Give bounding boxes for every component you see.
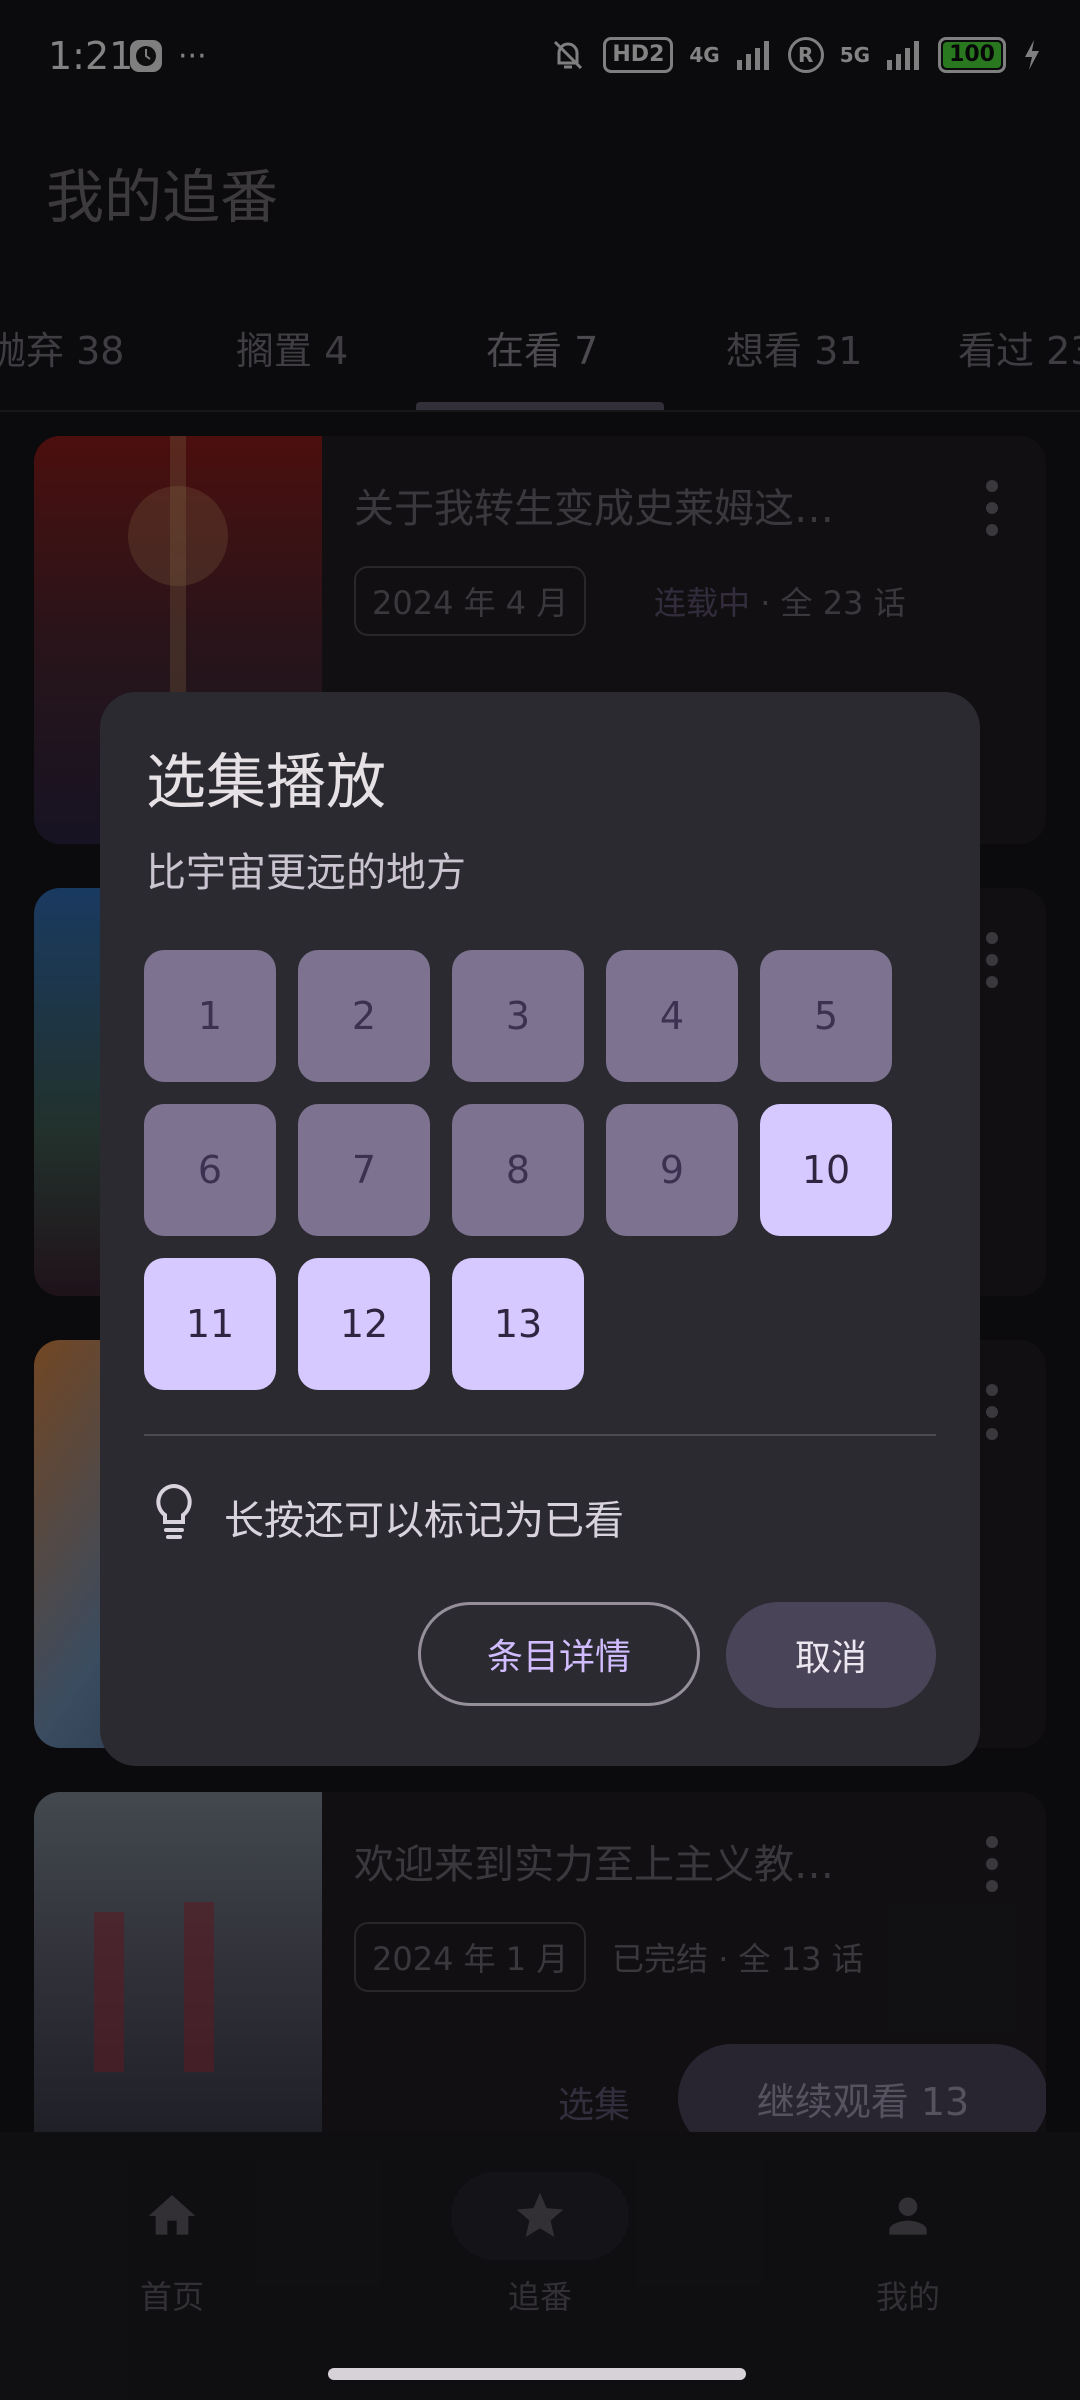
dialog-subtitle: 比宇宙更远的地方 xyxy=(146,850,466,896)
episode-button-8[interactable]: 8 xyxy=(452,1104,584,1236)
episode-button-10[interactable]: 10 xyxy=(760,1104,892,1236)
episode-button-5[interactable]: 5 xyxy=(760,950,892,1082)
cancel-button[interactable]: 取消 xyxy=(726,1602,936,1708)
lightbulb-icon xyxy=(156,1483,192,1539)
episode-button-4[interactable]: 4 xyxy=(606,950,738,1082)
episode-button-11[interactable]: 11 xyxy=(144,1258,276,1390)
episode-button-3[interactable]: 3 xyxy=(452,950,584,1082)
subject-details-button[interactable]: 条目详情 xyxy=(418,1602,700,1706)
episode-button-1[interactable]: 1 xyxy=(144,950,276,1082)
home-indicator[interactable] xyxy=(328,2368,746,2380)
episode-button-6[interactable]: 6 xyxy=(144,1104,276,1236)
episode-button-9[interactable]: 9 xyxy=(606,1104,738,1236)
dialog-title: 选集播放 xyxy=(146,748,386,818)
episode-select-dialog: 选集播放 比宇宙更远的地方 1 2 3 4 5 6 7 8 9 10 11 12… xyxy=(100,692,980,1766)
episode-button-2[interactable]: 2 xyxy=(298,950,430,1082)
episode-button-13[interactable]: 13 xyxy=(452,1258,584,1390)
long-press-hint: 长按还可以标记为已看 xyxy=(224,1498,624,1544)
episode-button-7[interactable]: 7 xyxy=(298,1104,430,1236)
dialog-divider xyxy=(144,1434,936,1436)
episode-button-12[interactable]: 12 xyxy=(298,1258,430,1390)
